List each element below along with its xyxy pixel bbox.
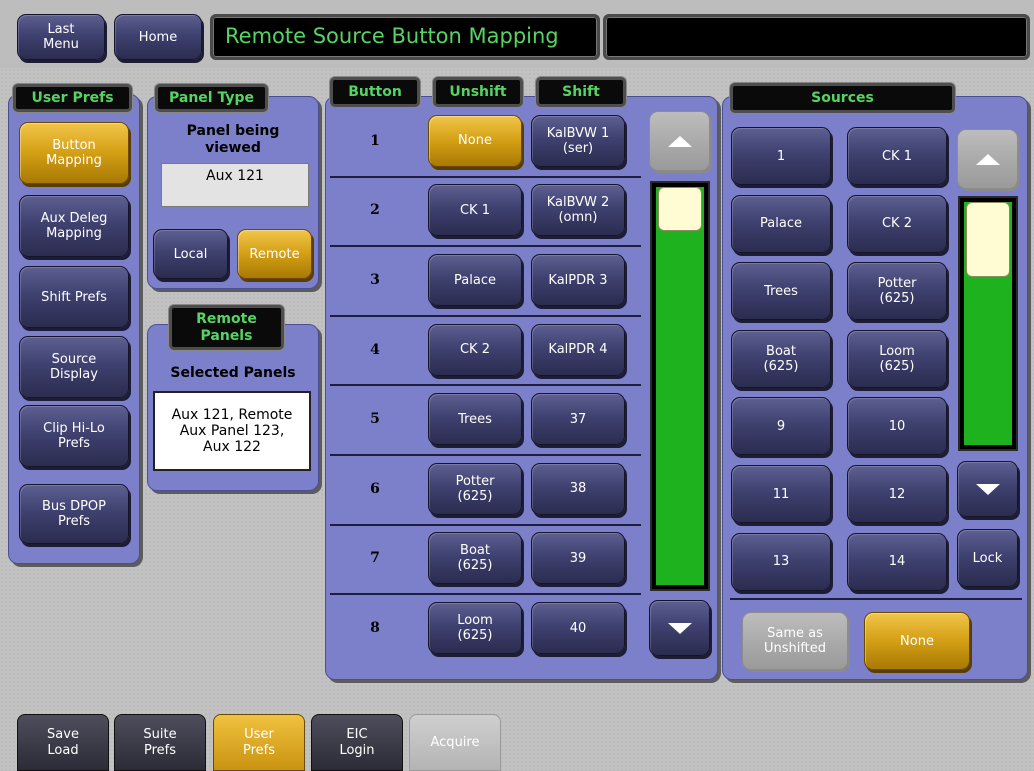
source-button[interactable]: Loom (625): [847, 329, 947, 388]
source-button[interactable]: CK 2: [847, 194, 947, 253]
row-number: 5: [370, 411, 380, 428]
home-button[interactable]: Home: [114, 14, 202, 60]
arrow-up-icon: [975, 153, 1000, 165]
screen: Last Menu Home Remote Source Button Mapp…: [0, 0, 1034, 771]
source-button[interactable]: 9: [731, 397, 831, 456]
row-divider: [330, 314, 641, 317]
user-prefs-label: User Prefs: [13, 84, 132, 112]
shift-button[interactable]: KalPDR 3: [531, 254, 625, 306]
mapping-scrollbar-fill: [656, 187, 704, 585]
user-prefs-item-clip-hi-lo-prefs[interactable]: Clip Hi-Lo Prefs: [19, 405, 129, 467]
unshift-button[interactable]: Potter (625): [428, 462, 522, 515]
source-button[interactable]: Trees: [731, 262, 831, 321]
panel-type-label: Panel Type: [155, 84, 268, 112]
selected-panels-heading: Selected Panels: [170, 365, 296, 381]
arrow-up-icon: [667, 135, 692, 147]
row-number: 2: [370, 202, 380, 219]
shift-button[interactable]: 39: [531, 532, 625, 585]
source-button[interactable]: 10: [847, 397, 947, 456]
user-prefs-item-source-display[interactable]: Source Display: [19, 336, 129, 398]
local-button[interactable]: Local: [153, 229, 228, 279]
shift-button[interactable]: KalPDR 4: [531, 323, 625, 376]
sources-scroll-down-button[interactable]: [957, 461, 1018, 517]
row-divider: [330, 454, 641, 456]
user-prefs-item-aux-deleg-mapping[interactable]: Aux Deleg Mapping: [19, 195, 129, 257]
row-divider: [330, 523, 641, 526]
mapping-scroll-down-button[interactable]: [649, 600, 710, 656]
shift-button[interactable]: 40: [531, 602, 625, 654]
sources-scroll-up-button[interactable]: [957, 129, 1018, 189]
unshift-button[interactable]: CK 2: [428, 323, 522, 376]
mapping-scroll-up-button[interactable]: [649, 111, 710, 171]
source-button[interactable]: 11: [731, 465, 831, 523]
unshift-button[interactable]: Boat (625): [428, 532, 522, 585]
top-bar: Last Menu Home Remote Source Button Mapp…: [0, 0, 1034, 68]
tab-save-load[interactable]: Save Load: [17, 714, 109, 771]
source-button[interactable]: 12: [847, 465, 947, 523]
shift-button[interactable]: 38: [531, 462, 625, 515]
secondary-title-box: [603, 14, 1030, 60]
unshift-column-header: Unshift: [433, 77, 523, 107]
user-prefs-item-button-mapping[interactable]: Button Mapping: [19, 122, 129, 184]
sources-divider: [730, 598, 1022, 600]
sources-label: Sources: [730, 83, 955, 113]
remote-panels-label: Remote Panels: [169, 305, 284, 350]
source-button[interactable]: 1: [731, 127, 831, 185]
tab-eic-login[interactable]: EIC Login: [311, 714, 403, 771]
arrow-down-icon: [667, 622, 692, 634]
remote-button[interactable]: Remote: [237, 229, 312, 279]
shift-button[interactable]: KalBVW 1 (ser): [531, 114, 625, 167]
last-menu-button[interactable]: Last Menu: [17, 14, 105, 60]
mapping-scrollbar-thumb[interactable]: [658, 187, 702, 231]
row-number: 8: [370, 620, 380, 636]
sources-scrollbar-track[interactable]: [958, 196, 1018, 451]
tab-acquire[interactable]: Acquire: [409, 714, 501, 771]
source-button[interactable]: CK 1: [847, 127, 947, 185]
unshift-button[interactable]: Loom (625): [428, 602, 522, 654]
arrow-down-icon: [975, 483, 1000, 495]
user-prefs-item-bus-dpop-prefs[interactable]: Bus DPOP Prefs: [19, 484, 129, 544]
row-number: 7: [370, 550, 380, 567]
page-title: Remote Source Button Mapping: [225, 24, 559, 48]
row-divider: [330, 175, 641, 178]
row-number: 1: [370, 132, 380, 149]
none-source-button[interactable]: None: [864, 612, 970, 670]
shift-column-header: Shift: [536, 77, 626, 107]
source-button[interactable]: Palace: [731, 194, 831, 253]
source-button[interactable]: Boat (625): [731, 329, 831, 388]
unshift-button[interactable]: Trees: [428, 393, 522, 446]
panel-viewed-field: Aux 121: [161, 163, 309, 207]
row-number: 6: [370, 480, 380, 497]
title-box: Remote Source Button Mapping: [210, 14, 600, 60]
unshift-button[interactable]: Palace: [428, 254, 522, 306]
sources-scrollbar-thumb[interactable]: [966, 202, 1010, 277]
same-as-unshifted-button[interactable]: Same as Unshifted: [742, 612, 848, 670]
source-button[interactable]: 14: [847, 532, 947, 591]
unshift-button[interactable]: None: [428, 114, 522, 167]
unshift-button[interactable]: CK 1: [428, 184, 522, 237]
user-prefs-item-shift-prefs[interactable]: Shift Prefs: [19, 266, 129, 328]
selected-panels-value: Aux 121, Remote Aux Panel 123, Aux 122: [171, 407, 293, 455]
selected-panels-field: Aux 121, Remote Aux Panel 123, Aux 122: [153, 391, 311, 471]
tab-suite-prefs[interactable]: Suite Prefs: [114, 714, 206, 771]
row-number: 3: [370, 272, 380, 288]
shift-button[interactable]: KalBVW 2 (omn): [531, 184, 625, 237]
row-divider: [330, 384, 641, 387]
source-button[interactable]: 13: [731, 532, 831, 591]
row-divider: [330, 593, 641, 596]
panel-viewed-value: Aux 121: [206, 168, 264, 184]
button-column-header: Button: [330, 77, 420, 107]
tab-user-prefs[interactable]: User Prefs: [213, 714, 305, 771]
shift-button[interactable]: 37: [531, 393, 625, 446]
source-button[interactable]: Potter (625): [847, 262, 947, 321]
row-divider: [330, 245, 641, 248]
lock-button[interactable]: Lock: [957, 529, 1018, 587]
mapping-scrollbar-track[interactable]: [650, 181, 710, 591]
row-number: 4: [370, 341, 380, 358]
panel-being-viewed-heading: Panel being viewed: [186, 123, 280, 156]
